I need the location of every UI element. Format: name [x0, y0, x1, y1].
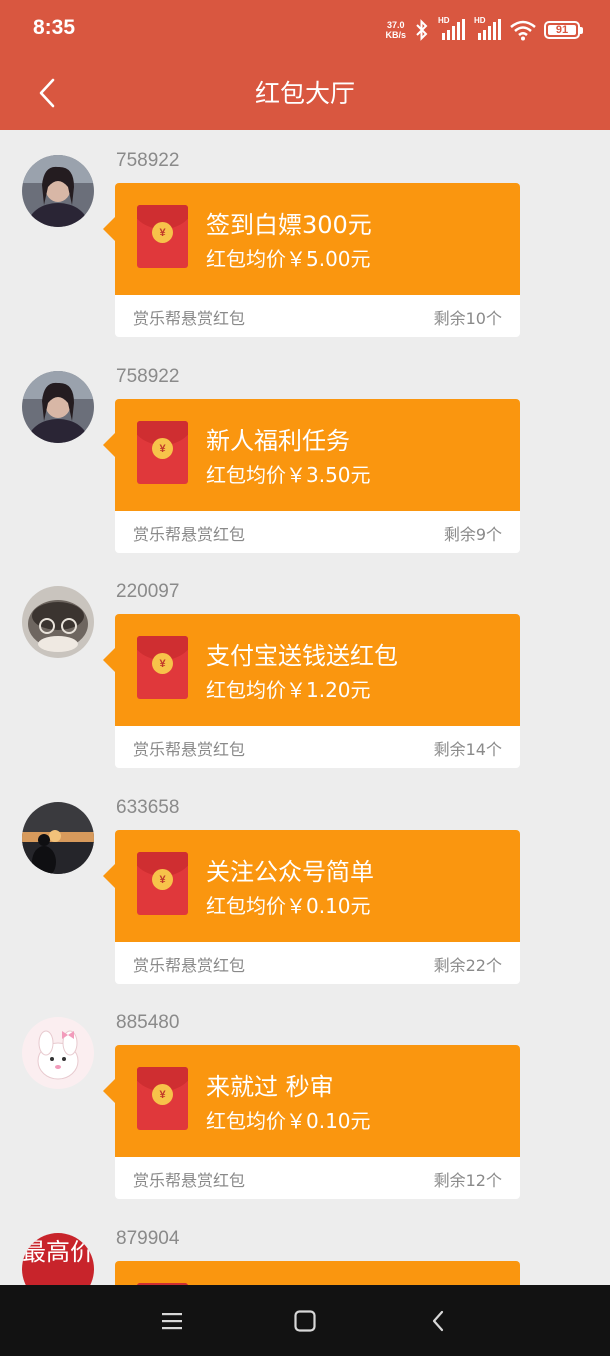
home-button[interactable]	[285, 1303, 325, 1339]
red-envelope-icon: ¥	[137, 636, 188, 699]
red-envelope-card[interactable]: ¥ 新人福利任务 红包均价￥3.50元 赏乐帮悬赏红包 剩余9个	[103, 399, 520, 553]
battery-icon: 91	[544, 21, 583, 39]
card-remaining: 剩余9个	[443, 525, 502, 544]
system-navigation-bar	[0, 1285, 610, 1356]
signal-icon	[478, 19, 501, 40]
card-price: 红包均价￥5.00元	[206, 247, 371, 271]
username: 758922	[116, 366, 180, 387]
card-price: 红包均价￥1.20元	[206, 678, 371, 702]
card-source: 赏乐帮悬赏红包	[133, 1171, 246, 1190]
red-envelope-card[interactable]: ¥ 来就过 秒审 红包均价￥0.10元 赏乐帮悬赏红包 剩余12个	[103, 1045, 520, 1199]
avatar[interactable]	[22, 586, 94, 658]
bubble-pointer	[103, 217, 115, 241]
red-envelope-card[interactable]: ¥ 签到白嫖300元 红包均价￥5.00元 赏乐帮悬赏红包 剩余10个	[103, 183, 520, 337]
avatar[interactable]	[22, 371, 94, 443]
wifi-icon	[510, 20, 536, 41]
username: 220097	[116, 581, 180, 602]
navigation-bar: 红包大厅	[0, 60, 610, 130]
network-speed: 37.0 KB/s	[385, 20, 406, 40]
red-envelope-card[interactable]: ¥ 关注公众号简单 红包均价￥0.10元 赏乐帮悬赏红包 剩余22个	[103, 830, 520, 984]
card-footer: 赏乐帮悬赏红包 剩余22个	[115, 942, 520, 984]
card-source: 赏乐帮悬赏红包	[133, 740, 246, 759]
card-source: 赏乐帮悬赏红包	[133, 309, 246, 328]
card-body: ¥ 签到白嫖300元 红包均价￥5.00元	[115, 183, 520, 295]
yuan-coin-icon: ¥	[152, 222, 173, 243]
card-source: 赏乐帮悬赏红包	[133, 956, 246, 975]
card-footer: 赏乐帮悬赏红包 剩余12个	[115, 1157, 520, 1199]
card-title: 新人福利任务	[206, 427, 350, 455]
username: 885480	[116, 1012, 180, 1033]
avatar[interactable]	[22, 155, 94, 227]
avatar[interactable]	[22, 1017, 94, 1089]
chevron-left-icon	[432, 1310, 444, 1332]
app-header: 8:35 37.0 KB/s HD HD 91 红包大厅	[0, 0, 610, 130]
card-remaining: 剩余14个	[433, 740, 502, 759]
username: 879904	[116, 1228, 180, 1249]
card-title: 关注公众号简单	[206, 858, 374, 886]
network-speed-unit: KB/s	[385, 30, 406, 40]
list-item: 758922 ¥ 新人福利任务 红包均价￥3.50元 赏乐帮悬赏红包 剩余9个	[0, 346, 610, 561]
card-footer: 赏乐帮悬赏红包 剩余10个	[115, 295, 520, 337]
card-footer: 赏乐帮悬赏红包 剩余14个	[115, 726, 520, 768]
red-envelope-icon: ¥	[137, 1067, 188, 1130]
username: 633658	[116, 797, 180, 818]
card-title: 签到白嫖300元	[206, 211, 372, 239]
card-remaining: 剩余12个	[433, 1171, 502, 1190]
page-title: 红包大厅	[254, 79, 355, 108]
avatar[interactable]: 最高价	[22, 1233, 94, 1285]
status-icons: 37.0 KB/s HD HD 91	[385, 16, 583, 43]
avatar-text: 最高价	[22, 1238, 94, 1266]
bubble-pointer	[103, 433, 115, 457]
network-speed-value: 37.0	[386, 20, 405, 30]
card-body: ¥ 关注公众号简单 红包均价￥0.10元	[115, 830, 520, 942]
bluetooth-icon	[416, 19, 428, 41]
card-body	[115, 1261, 520, 1285]
red-envelope-card[interactable]: ¥ 支付宝送钱送红包 红包均价￥1.20元 赏乐帮悬赏红包 剩余14个	[103, 614, 520, 768]
back-nav-button[interactable]	[418, 1303, 458, 1339]
recent-apps-button[interactable]	[152, 1303, 192, 1339]
signal-strength-2: HD	[474, 16, 502, 42]
red-envelope-icon: ¥	[137, 852, 188, 915]
red-envelope-card[interactable]	[115, 1261, 520, 1285]
signal-strength-1: HD	[438, 16, 466, 42]
list-item: 758922 ¥ 签到白嫖300元 红包均价￥5.00元 赏乐帮悬赏红包 剩余1…	[0, 130, 610, 345]
list-item: 633658 ¥ 关注公众号简单 红包均价￥0.10元 赏乐帮悬赏红包 剩余22…	[0, 777, 610, 992]
avatar[interactable]	[22, 802, 94, 874]
yuan-coin-icon: ¥	[152, 653, 173, 674]
card-body: ¥ 新人福利任务 红包均价￥3.50元	[115, 399, 520, 511]
card-title: 来就过 秒审	[206, 1073, 334, 1101]
username: 758922	[116, 150, 180, 171]
yuan-coin-icon: ¥	[152, 869, 173, 890]
signal-icon	[442, 19, 465, 40]
list-item: 220097 ¥ 支付宝送钱送红包 红包均价￥1.20元 赏乐帮悬赏红包 剩余1…	[0, 561, 610, 776]
card-body: ¥ 支付宝送钱送红包 红包均价￥1.20元	[115, 614, 520, 726]
card-title: 支付宝送钱送红包	[206, 642, 398, 670]
card-remaining: 剩余22个	[433, 956, 502, 975]
card-footer: 赏乐帮悬赏红包 剩余9个	[115, 511, 520, 553]
red-envelope-list[interactable]: 758922 ¥ 签到白嫖300元 红包均价￥5.00元 赏乐帮悬赏红包 剩余1…	[0, 130, 610, 1285]
list-item: 最高价 879904	[0, 1208, 610, 1285]
battery-percent: 91	[555, 24, 569, 36]
status-bar: 8:35 37.0 KB/s HD HD 91	[0, 0, 610, 60]
bubble-pointer	[103, 648, 115, 672]
list-item: 885480 ¥ 来就过 秒审 红包均价￥0.10元 赏乐帮悬赏红包 剩余12个	[0, 992, 610, 1207]
card-source: 赏乐帮悬赏红包	[133, 525, 246, 544]
menu-icon	[162, 1313, 182, 1330]
card-price: 红包均价￥0.10元	[206, 894, 371, 918]
bubble-pointer	[103, 1079, 115, 1103]
card-price: 红包均价￥0.10元	[206, 1109, 371, 1133]
card-body: ¥ 来就过 秒审 红包均价￥0.10元	[115, 1045, 520, 1157]
bubble-pointer	[103, 864, 115, 888]
red-envelope-icon: ¥	[137, 205, 188, 268]
card-remaining: 剩余10个	[433, 309, 502, 328]
yuan-coin-icon: ¥	[152, 438, 173, 459]
card-price: 红包均价￥3.50元	[206, 463, 371, 487]
yuan-coin-icon: ¥	[152, 1084, 173, 1105]
red-envelope-icon: ¥	[137, 421, 188, 484]
status-time: 8:35	[33, 16, 76, 39]
home-square-icon	[294, 1310, 316, 1332]
